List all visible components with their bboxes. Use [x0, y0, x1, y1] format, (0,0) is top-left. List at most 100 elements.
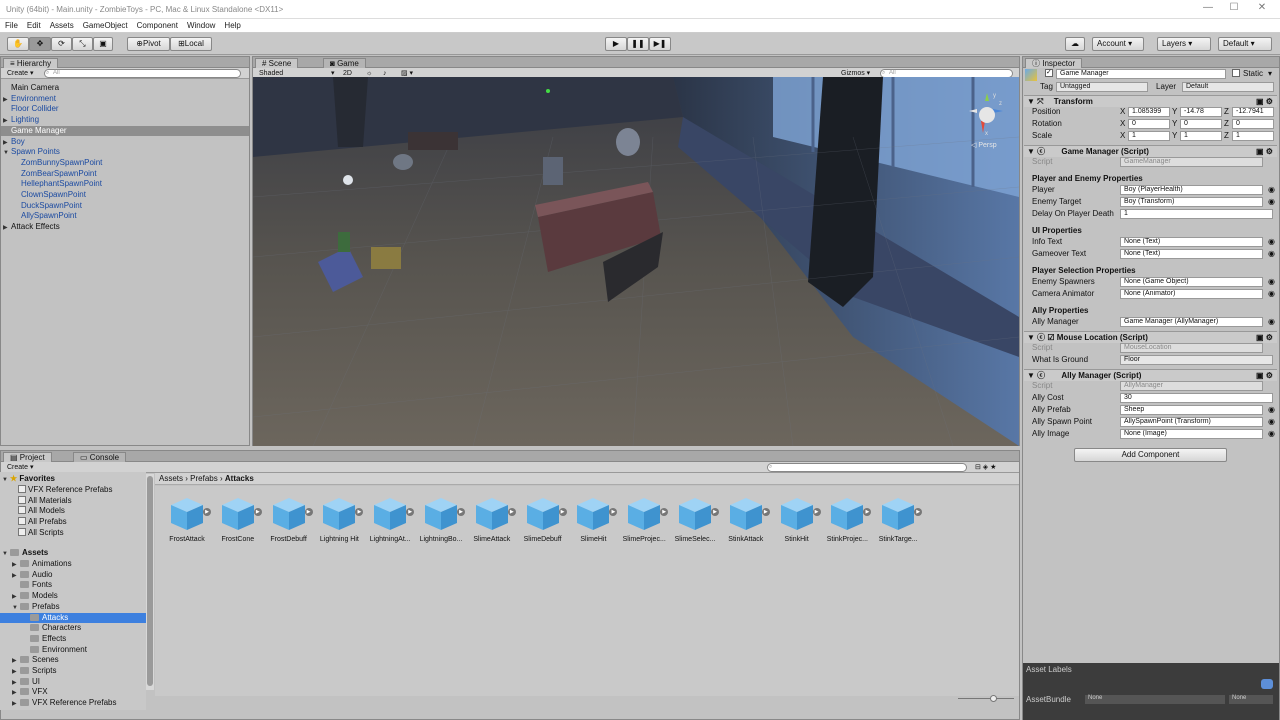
assets-header[interactable]: ▼ Assets — [2, 548, 48, 559]
menu-gameobject[interactable]: GameObject — [78, 19, 132, 30]
folder-item[interactable]: Attacks — [0, 612, 146, 624]
object-picker-icon[interactable]: ◉ — [1268, 197, 1275, 207]
persp-label[interactable]: ◁ Persp — [971, 141, 997, 149]
folder-item[interactable]: Effects — [0, 634, 146, 645]
delay-field[interactable]: 1 — [1120, 209, 1273, 219]
favorite-item[interactable]: All Prefabs — [18, 517, 67, 528]
expand-icon[interactable]: ▶ — [12, 667, 20, 677]
prefab-asset[interactable]: ▶ FrostAttack — [163, 496, 211, 544]
ally-cost-field[interactable]: 30 — [1120, 393, 1273, 403]
prefab-expand-icon[interactable]: ▶ — [914, 508, 923, 516]
transform-y-field[interactable]: 0 — [1180, 119, 1222, 129]
menu-component[interactable]: Component — [132, 19, 182, 30]
folder-item[interactable]: Fonts — [0, 580, 146, 591]
expand-icon[interactable]: ▼ — [3, 148, 11, 158]
settings-icon[interactable]: ▣ ⚙ — [1256, 332, 1273, 343]
folder-item[interactable]: ▶ Audio — [0, 570, 146, 581]
tree-scrollbar-thumb[interactable] — [147, 476, 153, 686]
layout-dropdown[interactable]: Default ▾ — [1218, 37, 1272, 51]
play-button[interactable]: ▶ — [605, 37, 627, 51]
hierarchy-item[interactable]: Main Camera — [1, 83, 249, 94]
local-toggle[interactable]: ⊞Local — [170, 37, 212, 51]
prefab-asset[interactable]: ▶ Lightning Hit — [315, 496, 364, 544]
favorite-item[interactable]: All Materials — [18, 495, 72, 507]
hierarchy-item[interactable]: DuckSpawnPoint — [1, 201, 249, 212]
menu-edit[interactable]: Edit — [22, 19, 45, 30]
folder-item[interactable]: ▼ Prefabs — [0, 602, 146, 613]
transform-y-field[interactable]: 1 — [1180, 131, 1222, 141]
prefab-asset[interactable]: ▶ StinkHit — [773, 496, 821, 544]
prefab-expand-icon[interactable]: ▶ — [507, 508, 516, 516]
hand-tool-button[interactable]: ✋ — [7, 37, 29, 51]
pause-button[interactable]: ❚❚ — [627, 37, 649, 51]
project-create-button[interactable]: Create ▾ — [7, 463, 33, 472]
hierarchy-search-input[interactable]: ⌕ All — [44, 69, 241, 78]
transform-z-field[interactable]: 1 — [1232, 131, 1274, 141]
prefab-expand-icon[interactable]: ▶ — [761, 508, 770, 516]
hierarchy-item[interactable]: AllySpawnPoint — [1, 211, 249, 222]
layers-dropdown[interactable]: Layers ▾ — [1157, 37, 1211, 51]
maximize-button[interactable]: ☐ — [1226, 2, 1242, 16]
expand-icon[interactable]: ▶ — [12, 678, 20, 688]
prefab-expand-icon[interactable]: ▶ — [253, 508, 262, 516]
tab-inspector[interactable]: ⓘ Inspector — [1025, 58, 1083, 68]
hierarchy-item[interactable]: ZomBunnySpawnPoint — [1, 158, 249, 169]
settings-icon[interactable]: ▣ ⚙ — [1256, 370, 1273, 381]
filter-icons[interactable]: ⊟ ◈ ★ — [975, 463, 996, 472]
hierarchy-item[interactable]: ClownSpawnPoint — [1, 190, 249, 201]
expand-icon[interactable]: ▼ — [12, 603, 20, 613]
ally-manager-field[interactable]: Game Manager (AllyManager) — [1120, 317, 1263, 327]
prefab-asset[interactable]: ▶ FrostDebuff — [265, 496, 313, 544]
object-picker-icon[interactable]: ◉ — [1268, 317, 1275, 327]
breadcrumb-prefabs[interactable]: Prefabs — [190, 474, 218, 483]
transform-x-field[interactable]: 1 — [1128, 131, 1170, 141]
transform-z-field[interactable]: -12.7941 — [1232, 107, 1274, 117]
prefab-expand-icon[interactable]: ▶ — [406, 508, 415, 516]
object-picker-icon[interactable]: ◉ — [1268, 237, 1275, 247]
asset-variant-dropdown[interactable]: None — [1229, 695, 1273, 704]
favorites-header[interactable]: ▼ ★ Favorites — [2, 474, 55, 485]
object-picker-icon[interactable]: ◉ — [1268, 429, 1275, 439]
settings-icon[interactable]: ▣ ⚙ — [1256, 96, 1273, 107]
transform-x-field[interactable]: 0 — [1128, 119, 1170, 129]
layer-dropdown[interactable]: Default — [1182, 82, 1274, 92]
gameover-text-field[interactable]: None (Text) — [1120, 249, 1263, 259]
menu-assets[interactable]: Assets — [45, 19, 78, 30]
prefab-asset[interactable]: ▶ LightningBo... — [417, 496, 465, 544]
ally-image-field[interactable]: None (Image) — [1120, 429, 1263, 439]
prefab-expand-icon[interactable]: ▶ — [304, 508, 313, 516]
camera-animator-field[interactable]: None (Animator) — [1120, 289, 1263, 299]
prefab-expand-icon[interactable]: ▶ — [609, 508, 618, 516]
ally-spawn-field[interactable]: AllySpawnPoint (Transform) — [1120, 417, 1263, 427]
slider-thumb[interactable] — [990, 695, 997, 702]
transform-y-field[interactable]: -14.78 — [1180, 107, 1222, 117]
prefab-asset[interactable]: ▶ SlimeProjec... — [620, 496, 669, 544]
scene-gizmo[interactable]: y z x ◁ Persp — [963, 91, 1013, 151]
minimize-button[interactable]: — — [1200, 2, 1216, 16]
tag-icon[interactable] — [1261, 679, 1273, 689]
add-component-button[interactable]: Add Component — [1074, 448, 1227, 462]
expand-icon[interactable]: ▶ — [12, 699, 20, 709]
move-tool-button[interactable]: ✥ — [29, 37, 51, 51]
prefab-expand-icon[interactable]: ▶ — [457, 508, 465, 516]
cloud-button[interactable]: ☁ — [1065, 37, 1085, 51]
hierarchy-item[interactable]: ZomBearSpawnPoint — [1, 169, 249, 180]
tab-console[interactable]: ▭ Console — [73, 452, 127, 462]
scale-tool-button[interactable]: ⤡ — [72, 37, 93, 51]
ml-script-header[interactable]: ▼ ⓒ ☑ Mouse Location (Script) ▣ ⚙ — [1024, 331, 1277, 343]
expand-icon[interactable]: ▶ — [12, 688, 20, 698]
settings-icon[interactable]: ▣ ⚙ — [1256, 146, 1273, 157]
prefab-expand-icon[interactable]: ▶ — [863, 508, 872, 516]
prefab-asset[interactable]: ▶ LightningAt... — [366, 496, 415, 544]
static-chevron-icon[interactable]: ▾ — [1268, 69, 1272, 78]
object-picker-icon[interactable]: ◉ — [1268, 185, 1275, 195]
zoom-slider[interactable] — [958, 694, 1014, 702]
expand-icon[interactable]: ▶ — [3, 116, 11, 126]
active-checkbox[interactable]: ✓ — [1045, 69, 1053, 77]
project-search-input[interactable]: ⌕ — [767, 463, 967, 472]
favorite-item[interactable]: All Scripts — [18, 527, 64, 539]
asset-bundle-dropdown[interactable]: None — [1085, 695, 1225, 704]
transform-header[interactable]: ▼ ⤧ Transform ▣ ⚙ — [1024, 95, 1277, 107]
prefab-asset[interactable]: ▶ SlimeSelec... — [671, 496, 719, 544]
folder-item[interactable]: ▶ Models — [0, 591, 146, 602]
